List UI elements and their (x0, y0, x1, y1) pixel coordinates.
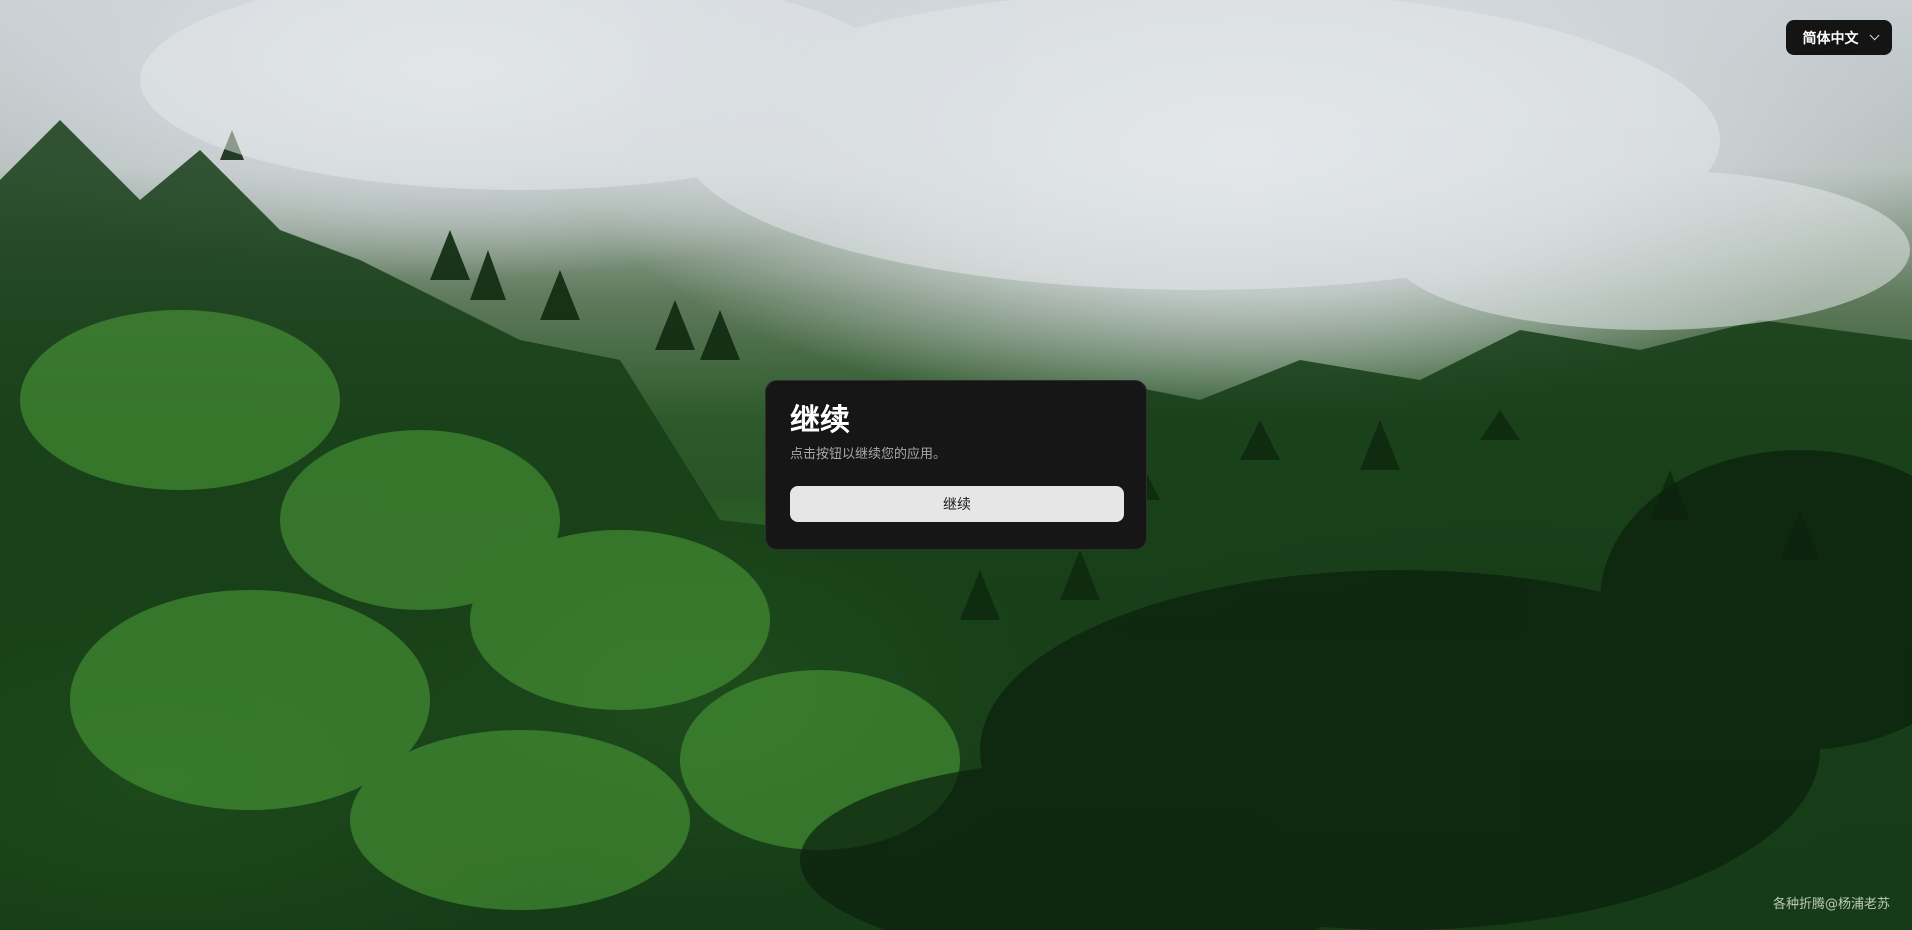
chevron-down-icon (1869, 30, 1880, 41)
dialog-title: 继续 (790, 403, 850, 438)
watermark-text: 各种折腾@杨浦老苏 (1772, 897, 1890, 912)
dialog-description: 点击按钮以继续您的应用。 (790, 447, 947, 462)
language-select-label: 简体中文 (1802, 30, 1859, 47)
continue-button[interactable]: 继续 (790, 486, 1124, 522)
continue-dialog: 继续 点击按钮以继续您的应用。 继续 (765, 380, 1147, 550)
language-select[interactable]: 简体中文 (1786, 20, 1892, 55)
login-page: 简体中文 继续 点击按钮以继续您的应用。 继续 各种折腾@杨浦老苏 (0, 0, 1912, 930)
